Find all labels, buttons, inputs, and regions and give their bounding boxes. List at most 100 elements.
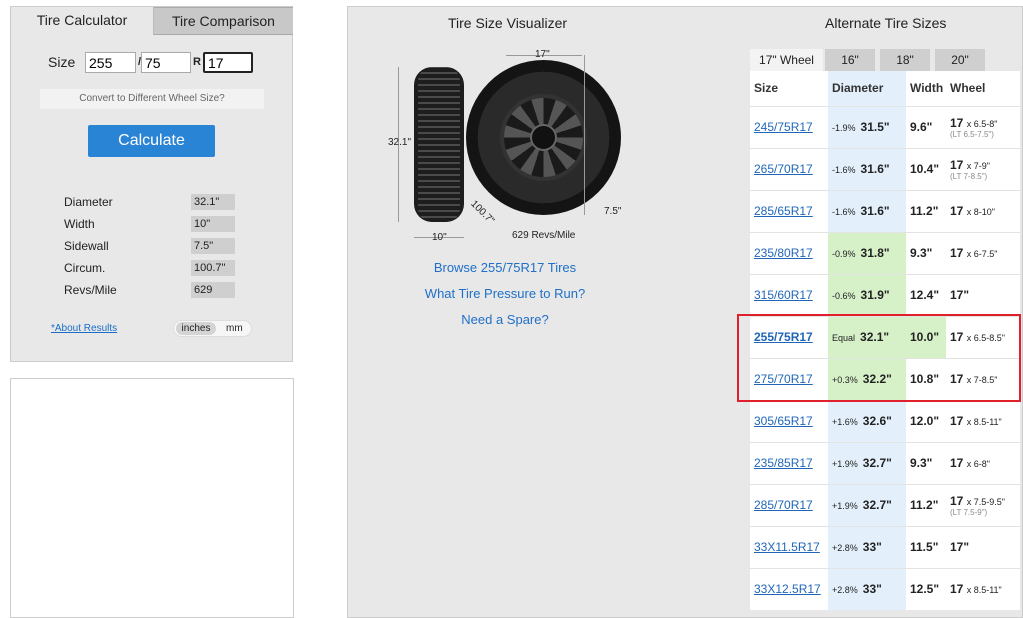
header-width: Width [906, 71, 946, 106]
wheel-range: x 8-10" [966, 207, 995, 217]
tire-size-link[interactable]: 235/80R17 [754, 246, 813, 260]
result-label-revs: Revs/Mile [64, 283, 117, 297]
diameter-value: 32.6" [862, 414, 892, 428]
table-row: 265/70R17 -1.6% 31.6" 10.4" 17 x 7-9" (LT 7-8… [750, 147, 1020, 190]
diameter-value: 31.5" [860, 120, 890, 134]
wheel-value: 17 [950, 456, 964, 470]
dim-rim-label: 17" [535, 49, 550, 60]
header-wheel: Wheel [946, 71, 1020, 106]
cell-wheel: 17 x 6-8" [946, 441, 1020, 484]
wheel-hub [530, 124, 557, 151]
width-value: 12.0" [910, 414, 940, 428]
unit-mm-option[interactable]: mm [226, 322, 243, 335]
wheel-value: 17" [950, 540, 970, 554]
tire-size-link[interactable]: 285/65R17 [754, 204, 813, 218]
diameter-pct: -0.9% [832, 249, 856, 259]
tire-front-view [466, 60, 621, 215]
tab-20-wheel[interactable]: 20" [935, 49, 985, 71]
width-value: 12.4" [910, 288, 940, 302]
dim-sidewall-label: 7.5" [604, 206, 622, 217]
table-row: 235/80R17 -0.9% 31.8" 9.3" 17 x 6-7.5" [750, 231, 1020, 274]
header-size: Size [750, 71, 828, 106]
table-row: 285/70R17 +1.9% 32.7" 11.2" 17 x 7.5-9.5" (LT… [750, 483, 1020, 526]
width-value: 12.5" [910, 582, 940, 597]
tab-tire-calculator[interactable]: Tire Calculator [11, 7, 154, 35]
diameter-pct: -1.9% [832, 123, 856, 133]
ad-placeholder [10, 378, 294, 618]
cell-wheel: 17 x 6.5-8" (LT 6.5-7.5") [946, 105, 1020, 148]
cell-size: 265/70R17 [750, 147, 828, 190]
rim-diameter-input[interactable] [203, 52, 253, 73]
result-label-sidewall: Sidewall [64, 239, 109, 253]
tire-width-input[interactable] [85, 52, 136, 73]
wheel-value: 17 [950, 115, 964, 130]
tire-size-link[interactable]: 285/70R17 [754, 498, 813, 512]
wheel-value: 17 [950, 493, 964, 508]
cell-width: 10.4" [906, 147, 946, 190]
cell-width: 9.6" [906, 105, 946, 148]
cell-width: 11.5" [906, 525, 946, 568]
cell-diameter: -0.9% 31.8" [828, 231, 906, 274]
cell-diameter: -1.9% 31.5" [828, 105, 906, 148]
diameter-pct: +1.9% [832, 459, 858, 469]
diameter-pct: +1.6% [832, 417, 858, 427]
cell-width: 11.2" [906, 189, 946, 232]
width-value: 9.6" [910, 120, 933, 134]
table-row: 305/65R17 +1.6% 32.6" 12.0" 17 x 8.5-11" [750, 399, 1020, 442]
diameter-value: 33" [862, 582, 882, 597]
result-value-sidewall: 7.5" [191, 238, 235, 254]
cell-wheel: 17" [946, 273, 1020, 316]
dim-width-label: 10" [432, 232, 447, 243]
tire-pressure-link[interactable]: What Tire Pressure to Run? [385, 286, 625, 301]
tire-size-link[interactable]: 245/75R17 [754, 120, 813, 134]
diameter-value: 33" [862, 540, 882, 554]
wheel-value: 17 [950, 414, 964, 428]
cell-diameter: +2.8% 33" [828, 567, 906, 610]
tire-size-link[interactable]: 33X11.5R17 [754, 540, 820, 554]
table-row: 235/85R17 +1.9% 32.7" 9.3" 17 x 6-8" [750, 441, 1020, 484]
cell-size: 235/80R17 [750, 231, 828, 274]
width-value: 9.3" [910, 456, 933, 470]
table-row: 315/60R17 -0.6% 31.9" 12.4" 17" [750, 273, 1020, 316]
table-row: 245/75R17 -1.9% 31.5" 9.6" 17 x 6.5-8" (LT 6.… [750, 105, 1020, 148]
tire-size-link[interactable]: 305/65R17 [754, 414, 813, 428]
cell-wheel: 17 x 7-9" (LT 7-8.5") [946, 147, 1020, 190]
diameter-pct: +2.8% [832, 543, 858, 553]
wheel-value: 17 [950, 157, 964, 172]
cell-wheel: 17 x 7.5-9.5" (LT 7.5-9") [946, 483, 1020, 526]
cell-width: 12.0" [906, 399, 946, 442]
about-results-link[interactable]: *About Results [51, 323, 117, 334]
tab-16-wheel[interactable]: 16" [825, 49, 875, 71]
cell-diameter: +1.6% 32.6" [828, 399, 906, 442]
tire-size-link[interactable]: 315/60R17 [754, 288, 813, 302]
width-value: 11.2" [910, 498, 939, 512]
tire-size-link[interactable]: 33X12.5R17 [754, 582, 821, 596]
cell-diameter: +2.8% 33" [828, 525, 906, 568]
aspect-ratio-input[interactable] [141, 52, 191, 73]
unit-inches-option[interactable]: inches [176, 322, 216, 335]
result-label-diameter: Diameter [64, 195, 113, 209]
width-value: 11.5" [910, 540, 939, 554]
tab-17-wheel[interactable]: 17" Wheel [750, 49, 823, 71]
result-value-diameter: 32.1" [191, 194, 235, 210]
tab-18-wheel[interactable]: 18" [880, 49, 930, 71]
wheel-value: 17" [950, 288, 970, 302]
tire-size-link[interactable]: 265/70R17 [754, 162, 813, 176]
browse-tires-link[interactable]: Browse 255/75R17 Tires [385, 260, 625, 275]
cell-size: 285/65R17 [750, 189, 828, 232]
cell-width: 12.4" [906, 273, 946, 316]
wheel-value: 17 [950, 246, 964, 260]
dim-height-label: 32.1" [388, 137, 412, 148]
table-row: 33X12.5R17 +2.8% 33" 12.5" 17 x 8.5-11" [750, 567, 1020, 610]
tab-tire-comparison[interactable]: Tire Comparison [154, 7, 293, 35]
unit-toggle[interactable]: inches mm [173, 320, 252, 337]
tire-size-link[interactable]: 235/85R17 [754, 456, 813, 470]
calculate-button[interactable]: Calculate [88, 125, 215, 157]
cell-wheel: 17 x 8.5-11" [946, 567, 1020, 610]
wheel-value: 17 [950, 582, 964, 597]
cell-diameter: +1.9% 32.7" [828, 483, 906, 526]
need-spare-link[interactable]: Need a Spare? [385, 312, 625, 327]
convert-wheel-size-link[interactable]: Convert to Different Wheel Size? [40, 89, 264, 109]
result-value-revs: 629 [191, 282, 235, 298]
wheel-value: 17 [950, 204, 964, 218]
